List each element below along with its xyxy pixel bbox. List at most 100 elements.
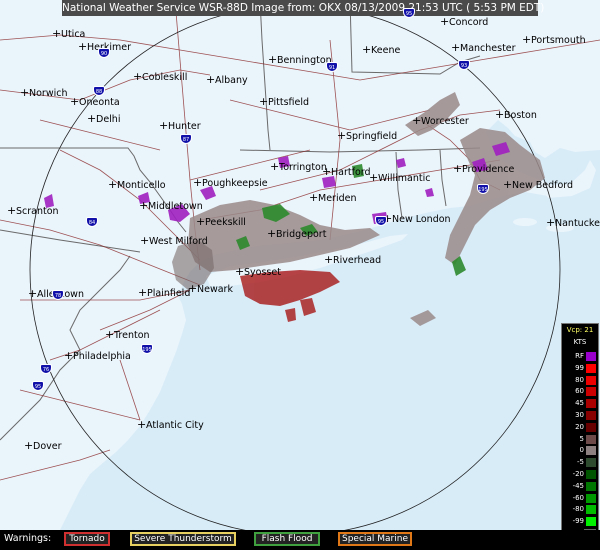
legend-entry: -5 bbox=[564, 457, 598, 468]
legend-swatch bbox=[586, 517, 596, 527]
city-label: Pittsfield bbox=[259, 97, 309, 108]
legend-entry: -20 bbox=[564, 469, 598, 480]
warnings-label: Warnings: bbox=[4, 533, 52, 544]
legend-entry-label: -5 bbox=[577, 458, 584, 467]
radar-map: National Weather Service WSR-88D Image f… bbox=[0, 0, 600, 530]
legend-swatch bbox=[586, 505, 596, 515]
legend-swatch bbox=[586, 481, 596, 491]
legend-swatch bbox=[586, 434, 596, 444]
legend-entry-label: 0 bbox=[579, 446, 584, 455]
legend-entry-label: 60 bbox=[575, 387, 584, 396]
legend-entry: 5 bbox=[564, 434, 598, 445]
title-bar: National Weather Service WSR-88D Image f… bbox=[62, 0, 545, 16]
legend-entry-label: -60 bbox=[572, 493, 584, 502]
city-label: Delhi bbox=[87, 114, 121, 125]
city-label: Torrington bbox=[270, 162, 327, 173]
legend-swatch bbox=[586, 352, 596, 361]
legend-swatch bbox=[586, 493, 596, 503]
legend-swatch bbox=[586, 470, 596, 479]
legend-entry: 30 bbox=[564, 410, 598, 421]
legend-entry-label: -99 bbox=[572, 517, 584, 526]
city-label: Scranton bbox=[7, 206, 58, 217]
legend-entry: -80 bbox=[564, 504, 598, 515]
legend-swatch bbox=[586, 446, 596, 456]
city-label: Nantucket bbox=[546, 218, 600, 229]
city-label: Syosset bbox=[235, 267, 281, 278]
legend-units: KTS bbox=[573, 338, 587, 346]
legend-swatch bbox=[586, 375, 596, 385]
basemap bbox=[0, 0, 600, 530]
interstate-shield-icon: 195 bbox=[141, 344, 153, 354]
city-label: Portsmouth bbox=[522, 35, 586, 46]
legend-entry-label: 5 bbox=[579, 434, 584, 443]
city-label: Bridgeport bbox=[267, 229, 327, 240]
warnings-bar: Warnings: Tornado Severe Thunderstorm Fl… bbox=[0, 530, 600, 550]
city-label: New Bedford bbox=[503, 180, 573, 191]
marthas-vineyard bbox=[513, 218, 537, 226]
city-label: Poughkeepsie bbox=[193, 178, 268, 189]
legend-entry-label: 20 bbox=[575, 422, 584, 431]
legend-entry: 60 bbox=[564, 386, 598, 397]
city-label: Monticello bbox=[108, 180, 165, 191]
legend-swatch bbox=[586, 458, 596, 468]
legend-entry-label: -80 bbox=[572, 505, 584, 514]
warning-severe-thunderstorm[interactable]: Severe Thunderstorm bbox=[130, 532, 236, 546]
city-label: Philadelphia bbox=[64, 351, 131, 362]
legend-entry: 0 bbox=[564, 445, 598, 456]
legend-entry: -45 bbox=[564, 481, 598, 492]
legend-entry-label: 99 bbox=[575, 363, 584, 372]
city-label: Plainfield bbox=[138, 288, 190, 299]
city-label: Oneonta bbox=[70, 97, 120, 108]
warning-tornado[interactable]: Tornado bbox=[64, 532, 110, 546]
city-label: Springfield bbox=[337, 131, 397, 142]
legend-swatch bbox=[586, 387, 596, 397]
warning-flash-flood[interactable]: Flash Flood bbox=[254, 532, 320, 546]
legend-entry-label: -20 bbox=[572, 470, 584, 478]
city-label: Cobleskill bbox=[133, 72, 187, 83]
city-label: Dover bbox=[24, 441, 61, 452]
city-label: Providence bbox=[453, 164, 514, 175]
legend-entry: -60 bbox=[564, 493, 598, 504]
legend-entry: 80 bbox=[564, 375, 598, 386]
legend-swatch bbox=[586, 399, 596, 409]
legend-entry-label: 80 bbox=[575, 375, 584, 384]
city-label: Newark bbox=[188, 284, 233, 295]
city-label: Albany bbox=[206, 75, 248, 86]
legend-entry-label: -45 bbox=[572, 481, 584, 490]
city-label: Manchester bbox=[451, 43, 515, 54]
city-label: Willimantic bbox=[369, 173, 431, 184]
city-label: Boston bbox=[495, 110, 537, 121]
city-label: Norwich bbox=[20, 88, 68, 99]
legend-swatch bbox=[586, 411, 596, 420]
radar-frame: National Weather Service WSR-88D Image f… bbox=[0, 0, 600, 550]
city-label: West Milford bbox=[140, 236, 208, 247]
city-label: Concord bbox=[440, 17, 488, 28]
city-label: Hartford bbox=[322, 167, 370, 178]
city-label: Meriden bbox=[309, 193, 357, 204]
legend-title: Vcp: 21 bbox=[566, 326, 594, 334]
city-label: Middletown bbox=[139, 201, 203, 212]
velocity-legend: Vcp: 21 KTS RF 99 80 60 45 30 20 5 0 -5 -20 -45 -60 -… bbox=[561, 323, 599, 544]
legend-swatch bbox=[586, 363, 596, 373]
legend-entry: 99 bbox=[564, 363, 598, 374]
legend-entry-label: RF bbox=[575, 352, 584, 360]
city-label: New London bbox=[383, 214, 451, 225]
city-label: Trenton bbox=[105, 330, 149, 341]
legend-entry: 45 bbox=[564, 398, 598, 409]
city-label: Bennington bbox=[268, 55, 332, 66]
city-label: Peekskill bbox=[196, 217, 246, 228]
legend-entry: 20 bbox=[564, 422, 598, 433]
legend-swatch bbox=[586, 422, 596, 432]
legend-entry: -99 bbox=[564, 516, 598, 527]
city-label: Atlantic City bbox=[137, 420, 204, 431]
city-label: Riverhead bbox=[324, 255, 381, 266]
interstate-shield-icon: 195 bbox=[477, 184, 489, 194]
city-label: Utica bbox=[52, 29, 86, 40]
legend-entry: RF bbox=[564, 351, 598, 362]
warning-special-marine[interactable]: Special Marine bbox=[338, 532, 412, 546]
legend-entry-label: 30 bbox=[575, 411, 584, 419]
legend-entry-label: 45 bbox=[575, 399, 584, 408]
city-label: Worcester bbox=[412, 116, 469, 127]
city-label: Keene bbox=[362, 45, 400, 56]
city-label: Hunter bbox=[159, 121, 201, 132]
